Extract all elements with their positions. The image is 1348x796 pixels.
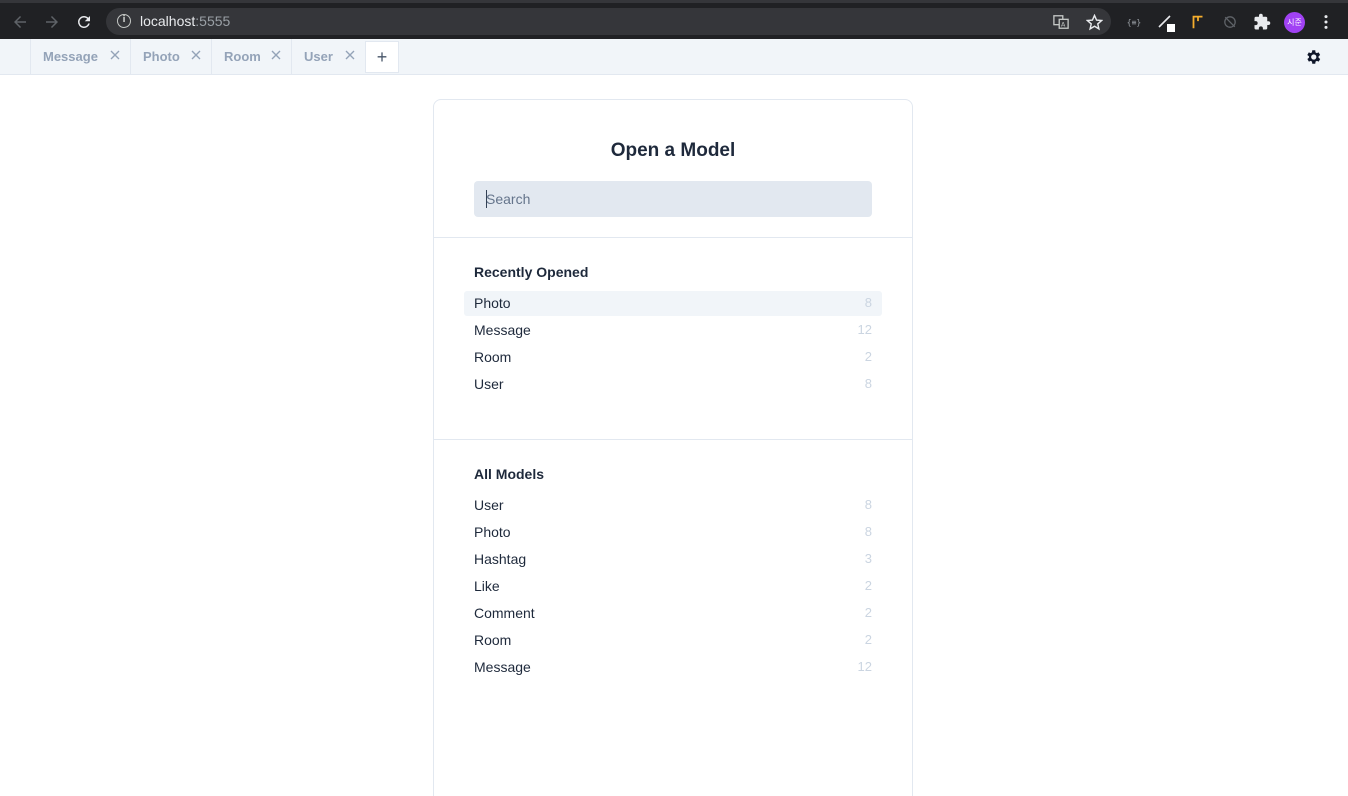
- model-count: 2: [864, 632, 872, 647]
- close-icon[interactable]: [344, 49, 356, 61]
- model-item-hashtag[interactable]: Hashtag 3: [464, 547, 882, 572]
- all-models-heading: All Models: [474, 466, 545, 482]
- address-bar[interactable]: i localhost:5555 A: [106, 8, 1111, 35]
- close-icon[interactable]: [109, 49, 121, 61]
- model-name: User: [474, 497, 504, 513]
- model-count: 2: [864, 605, 872, 620]
- model-name: Hashtag: [474, 551, 527, 567]
- close-icon[interactable]: [190, 49, 202, 61]
- recent-item-photo[interactable]: Photo 8: [464, 291, 882, 316]
- model-item-message[interactable]: Message 12: [464, 655, 882, 680]
- tab-room[interactable]: Room: [211, 39, 292, 74]
- divider: [434, 237, 912, 238]
- text-cursor: [486, 190, 487, 208]
- model-name: Comment: [474, 605, 535, 621]
- model-tab-strip: Message Photo Room User +: [0, 39, 1348, 75]
- model-name: Message: [474, 322, 531, 338]
- back-arrow-icon[interactable]: [8, 10, 32, 34]
- tab-label: Room: [224, 49, 261, 64]
- model-name: Like: [474, 578, 500, 594]
- model-name: Photo: [474, 524, 511, 540]
- recent-item-message[interactable]: Message 12: [464, 318, 882, 343]
- tab-photo[interactable]: Photo: [130, 39, 212, 74]
- translate-icon[interactable]: A: [1052, 13, 1070, 31]
- model-item-like[interactable]: Like 2: [464, 574, 882, 599]
- profile-avatar[interactable]: 시준: [1284, 12, 1305, 33]
- dialog-title: Open a Model: [610, 140, 736, 161]
- model-name: User: [474, 376, 504, 392]
- reload-icon[interactable]: [72, 10, 96, 34]
- tab-label: User: [304, 49, 333, 64]
- tab-label: Photo: [143, 49, 180, 64]
- info-icon[interactable]: i: [117, 14, 131, 28]
- url-port: :5555: [195, 13, 231, 29]
- model-count: 2: [864, 349, 872, 364]
- add-tab-button[interactable]: +: [365, 41, 399, 73]
- divider: [434, 439, 912, 440]
- star-icon[interactable]: [1085, 13, 1103, 31]
- model-count: 8: [864, 295, 872, 310]
- search-input[interactable]: [474, 181, 872, 217]
- svg-text:A: A: [1061, 21, 1066, 28]
- model-item-photo[interactable]: Photo 8: [464, 520, 882, 545]
- model-count: 2: [864, 578, 872, 593]
- extension-flag-icon[interactable]: [1188, 12, 1208, 32]
- model-count: 12: [857, 322, 872, 337]
- forward-arrow-icon[interactable]: [40, 10, 64, 34]
- tab-label: Message: [43, 49, 98, 64]
- close-icon[interactable]: [270, 49, 282, 61]
- settings-gear-icon[interactable]: [1304, 48, 1322, 66]
- model-name: Photo: [474, 295, 511, 311]
- model-count: 3: [864, 551, 872, 566]
- tab-user[interactable]: User: [291, 39, 366, 74]
- model-count: 8: [864, 524, 872, 539]
- browser-toolbar: i localhost:5555 A {≡} 시준: [0, 0, 1348, 39]
- url-text[interactable]: localhost:5555: [140, 13, 230, 29]
- model-count: 8: [864, 376, 872, 391]
- model-count: 8: [864, 497, 872, 512]
- model-item-user[interactable]: User 8: [464, 493, 882, 518]
- tab-message[interactable]: Message: [30, 39, 131, 74]
- model-item-comment[interactable]: Comment 2: [464, 601, 882, 626]
- model-name: Room: [474, 349, 512, 365]
- model-name: Message: [474, 659, 531, 675]
- extension-sync-icon[interactable]: [1220, 12, 1240, 32]
- recent-item-room[interactable]: Room 2: [464, 345, 882, 370]
- model-name: Room: [474, 632, 512, 648]
- recent-item-user[interactable]: User 8: [464, 372, 882, 397]
- kebab-menu-icon[interactable]: [1316, 12, 1336, 32]
- model-count: 12: [857, 659, 872, 674]
- model-item-room[interactable]: Room 2: [464, 628, 882, 653]
- extension-json-icon[interactable]: {≡}: [1124, 12, 1144, 32]
- extension-pen-icon[interactable]: [1156, 12, 1176, 32]
- open-model-dialog: Open a Model Recently Opened Photo 8 Mes…: [433, 99, 913, 796]
- recently-opened-heading: Recently Opened: [474, 264, 589, 280]
- puzzle-icon[interactable]: [1252, 12, 1272, 32]
- url-host: localhost: [140, 13, 196, 29]
